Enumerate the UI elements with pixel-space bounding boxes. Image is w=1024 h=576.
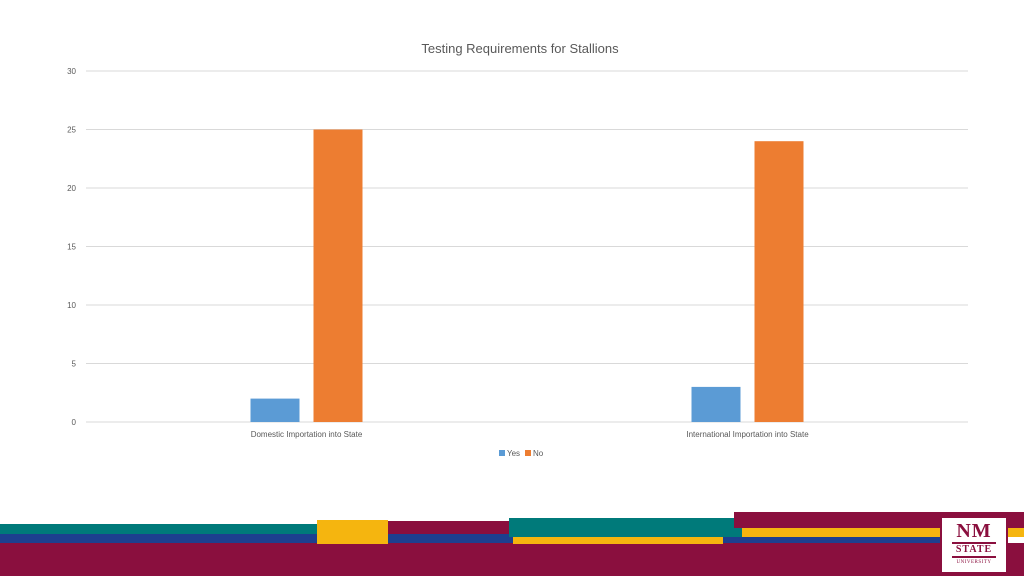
footer-band-crimson-base [0, 543, 1024, 576]
gridlines [86, 70, 968, 423]
y-tick-label: 0 [72, 418, 77, 427]
bar-chart: Testing Requirements for Stallions 0 5 10 1… [67, 41, 968, 458]
legend-label-yes: Yes [507, 449, 520, 458]
y-tick-label: 30 [67, 67, 76, 76]
x-axis-labels: Domestic Importation into State Internati… [251, 430, 810, 439]
bars [250, 129, 804, 422]
footer-band-gold-left [317, 520, 388, 544]
bar-no-1 [754, 141, 804, 422]
footer-band-teal-left [0, 524, 318, 534]
y-tick-label: 5 [72, 360, 77, 369]
legend-label-no: No [533, 449, 544, 458]
footer-band-crimson-mid [388, 521, 510, 534]
chart-title: Testing Requirements for Stallions [421, 41, 619, 56]
legend-swatch-no [525, 450, 531, 456]
y-tick-label: 25 [67, 126, 76, 135]
footer-band-gold-mid [513, 537, 723, 544]
bar-yes-1 [691, 386, 741, 422]
x-category-label: Domestic Importation into State [251, 430, 363, 439]
y-tick-label: 15 [67, 243, 76, 252]
legend: Yes No [499, 449, 544, 458]
bar-yes-0 [250, 398, 300, 422]
nmsu-logo: NM STATE UNIVERSITY [940, 516, 1008, 574]
legend-swatch-yes [499, 450, 505, 456]
x-category-label: International Importation into State [686, 430, 809, 439]
y-tick-label: 20 [67, 184, 76, 193]
bar-no-0 [313, 129, 363, 422]
y-tick-label: 10 [67, 301, 76, 310]
footer-band-teal-mid [509, 518, 742, 537]
y-axis-ticks: 0 5 10 15 20 25 30 [67, 67, 76, 427]
